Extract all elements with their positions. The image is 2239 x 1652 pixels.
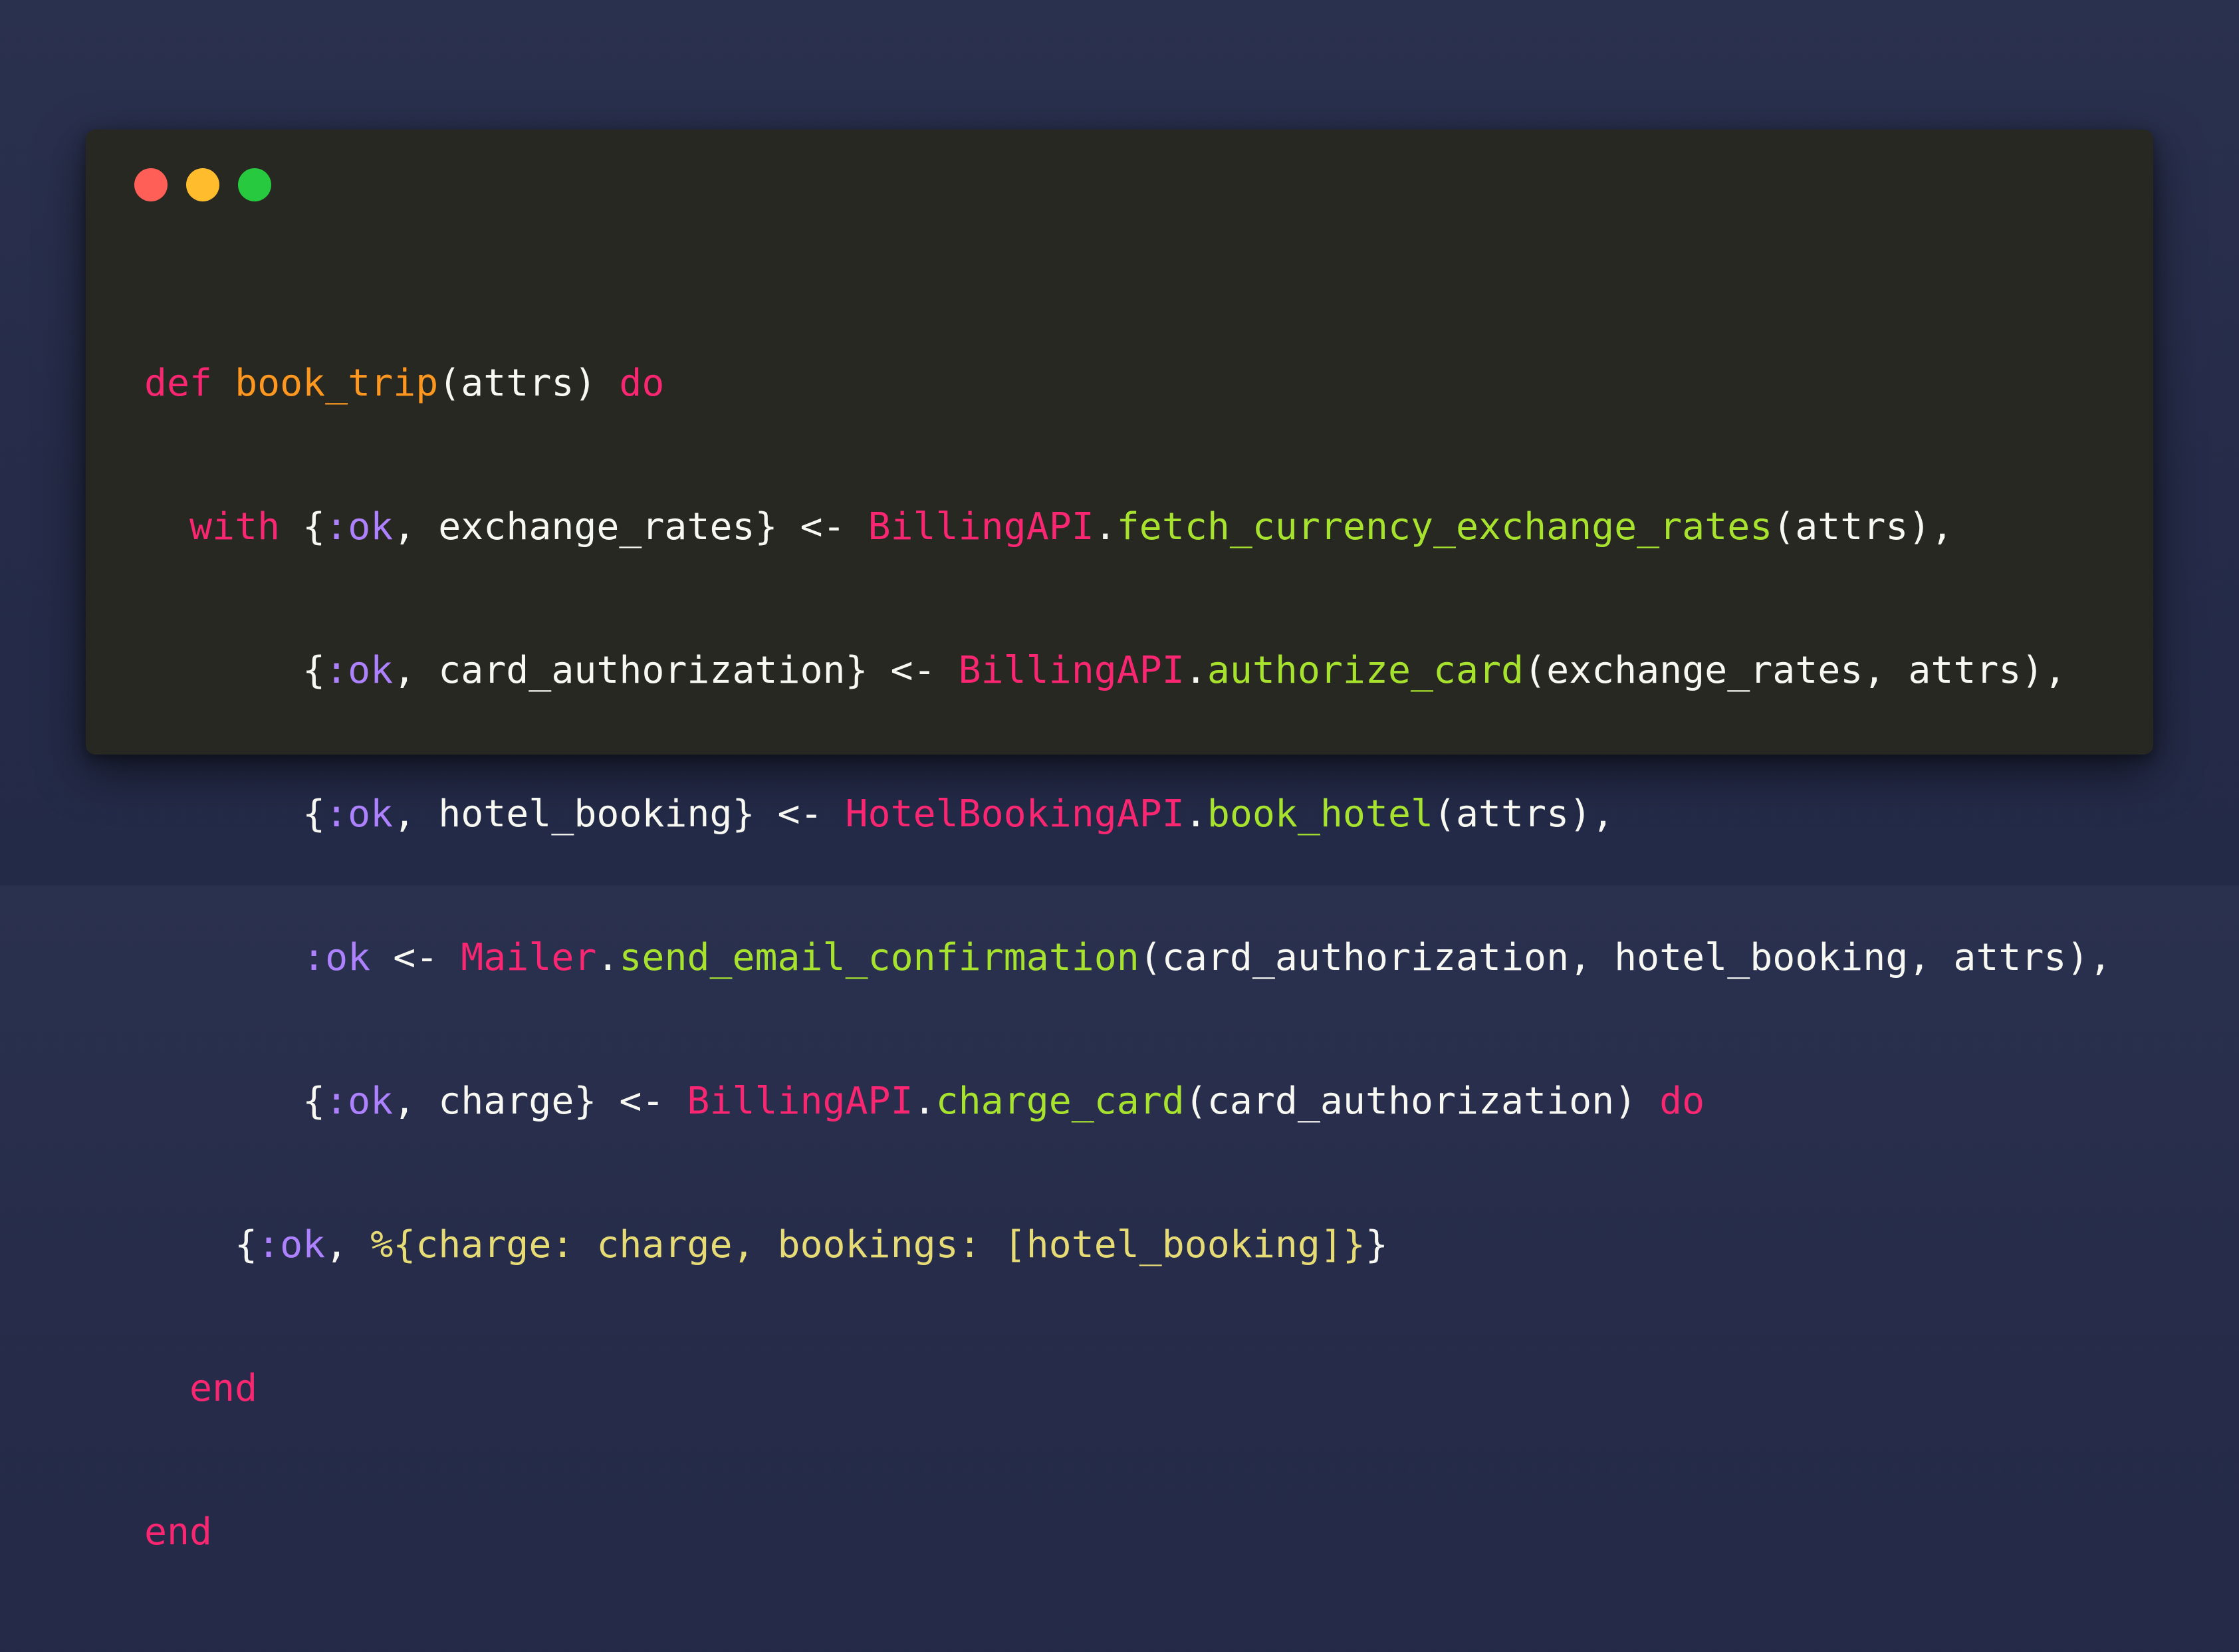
code-token: . [596, 936, 620, 979]
indent-token: { [144, 792, 326, 836]
atom-token: :ok [302, 936, 371, 979]
function-call-token: fetch_currency_exchange_rates [1116, 505, 1773, 548]
code-token: . [913, 1080, 936, 1123]
code-token: , card_authorization} <- [393, 649, 959, 692]
indent-token [144, 505, 189, 548]
code-token: , hotel_booking} <- [393, 792, 846, 836]
code-line: {:ok, charge} <- BillingAPI.charge_card(… [144, 1078, 2111, 1125]
code-token: (card_authorization, hotel_booking, attr… [1139, 936, 2112, 979]
atom-token: :ok [325, 1080, 394, 1123]
code-token: . [1094, 505, 1117, 548]
code-token: . [1184, 649, 1207, 692]
map-literal-token: %{charge: charge, bookings: [hotel_booki… [370, 1223, 1365, 1266]
keyword-token: end [189, 1367, 258, 1410]
function-call-token: charge_card [935, 1080, 1185, 1123]
code-line: {:ok, hotel_booking} <- HotelBookingAPI.… [144, 790, 2111, 838]
code-token: <- [370, 936, 461, 979]
maximize-button[interactable] [238, 168, 271, 201]
code-line: def book_trip(attrs) do [144, 360, 2111, 408]
function-call-token: authorize_card [1207, 649, 1524, 692]
keyword-token: def [144, 362, 213, 405]
module-token: Mailer [461, 936, 597, 979]
indent-token: { [144, 649, 326, 692]
code-line: :ok <- Mailer.send_email_confirmation(ca… [144, 934, 2111, 982]
code-line: {:ok, %{charge: charge, bookings: [hotel… [144, 1221, 2111, 1269]
indent-token: { [144, 1223, 258, 1266]
minimize-button[interactable] [186, 168, 219, 201]
code-line: with {:ok, exchange_rates} <- BillingAPI… [144, 503, 2111, 551]
code-token: , [325, 1223, 371, 1266]
code-token: (card_authorization) [1184, 1080, 1660, 1123]
code-token: (attrs), [1433, 792, 1615, 836]
code-line: end [144, 1508, 2111, 1556]
atom-token: :ok [257, 1223, 326, 1266]
code-line: {:ok, card_authorization} <- BillingAPI.… [144, 647, 2111, 695]
function-name-token: book_trip [235, 362, 439, 405]
indent-token [144, 936, 302, 979]
code-token: (attrs) [438, 362, 620, 405]
code-token: , exchange_rates} <- [393, 505, 868, 548]
window-controls [134, 168, 271, 201]
code-token: (exchange_rates, attrs), [1524, 649, 2067, 692]
screenshot-background: { "window": { "controls": [ {"name": "cl… [0, 0, 2239, 1554]
module-token: HotelBookingAPI [845, 792, 1185, 836]
module-token: BillingAPI [958, 649, 1185, 692]
code-line: end [144, 1365, 2111, 1413]
module-token: BillingAPI [868, 505, 1094, 548]
indent-token: { [144, 1080, 326, 1123]
code-token: , charge} <- [393, 1080, 687, 1123]
atom-token: :ok [325, 505, 394, 548]
atom-token: :ok [325, 792, 394, 836]
keyword-token: do [1659, 1080, 1705, 1123]
code-token: (attrs), [1772, 505, 1954, 548]
code-block: def book_trip(attrs) do with {:ok, excha… [144, 264, 2111, 1652]
module-token: BillingAPI [687, 1080, 913, 1123]
atom-token: :ok [325, 649, 394, 692]
close-button[interactable] [134, 168, 168, 201]
function-call-token: book_hotel [1207, 792, 1433, 836]
indent-token [144, 1367, 189, 1410]
code-token: . [1184, 792, 1207, 836]
keyword-token: end [144, 1510, 213, 1554]
code-token: { [280, 505, 326, 548]
function-call-token: send_email_confirmation [619, 936, 1139, 979]
code-window: def book_trip(attrs) do with {:ok, excha… [86, 130, 2153, 1554]
code-token: } [1365, 1223, 1388, 1266]
keyword-token: with [189, 505, 281, 548]
keyword-token: do [619, 362, 665, 405]
